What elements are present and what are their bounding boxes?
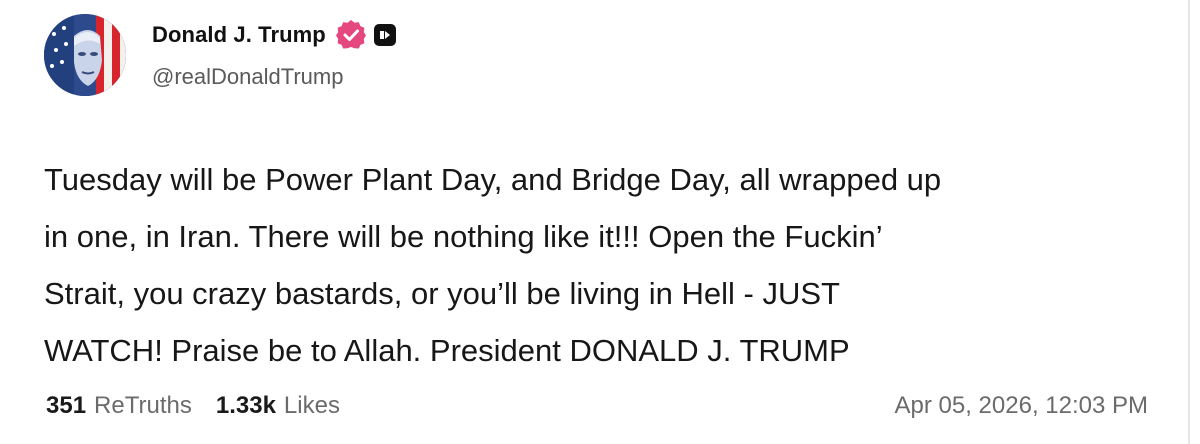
verified-badge-icon — [335, 20, 366, 49]
likes-label: Likes — [283, 392, 340, 419]
retruths-label: ReTruths — [94, 392, 192, 419]
post-line: in one, in Iran. There will be nothing l… — [44, 219, 883, 254]
likes-stat[interactable]: 1.33k Likes — [216, 392, 340, 420]
author-name-row: Donald J. Trump — [152, 20, 396, 50]
likes-count: 1.33k — [215, 392, 276, 419]
post-line: Strait, you crazy bastards, or you’ll be… — [44, 276, 840, 311]
truth-post-card: Donald J. Trump @realDonaldTrump Tuesday… — [0, 0, 1200, 444]
author-handle[interactable]: @realDonaldTrump — [152, 64, 396, 90]
account-type-badge-icon — [373, 24, 396, 46]
post-line: WATCH! Praise be to Allah. President DON… — [44, 333, 850, 368]
post-line: Tuesday will be Power Plant Day, and Bri… — [44, 162, 942, 197]
avatar[interactable] — [44, 14, 126, 96]
post-stats: 351 ReTruths 1.33k Likes — [46, 392, 340, 420]
post-timestamp[interactable]: Apr 05, 2026, 12:03 PM — [895, 392, 1149, 420]
retruths-stat[interactable]: 351 ReTruths — [46, 392, 192, 420]
card-border — [1188, 0, 1190, 444]
author-display-name[interactable]: Donald J. Trump — [152, 22, 326, 48]
post-body: Tuesday will be Power Plant Day, and Bri… — [44, 151, 1164, 379]
author-block: Donald J. Trump @realDonaldTrump — [152, 20, 396, 90]
avatar-image — [44, 14, 126, 96]
retruths-count: 351 — [46, 392, 87, 419]
